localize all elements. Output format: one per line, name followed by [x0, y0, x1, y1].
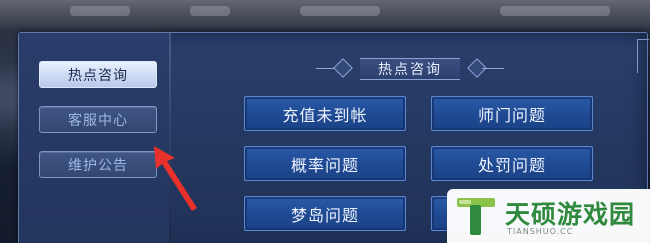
sidebar-item-hot-topics[interactable]: 热点咨询	[39, 61, 157, 88]
section-header: 热点咨询	[316, 58, 504, 80]
topic-button-penalty[interactable]: 处罚问题	[431, 146, 593, 181]
topic-button-probability[interactable]: 概率问题	[244, 146, 406, 181]
section-title: 热点咨询	[360, 58, 460, 80]
sidebar-item-customer-service[interactable]: 客服中心	[39, 106, 157, 133]
watermark-title: 天硕游戏园	[505, 200, 636, 229]
watermark-url: TIANSHUO.CC	[507, 227, 574, 236]
topic-button-master-sect[interactable]: 师门问题	[431, 96, 593, 131]
watermark-card: 天硕游戏园 TIANSHUO.CC	[447, 189, 650, 243]
topic-button-recharge[interactable]: 充值未到帐	[244, 96, 406, 131]
ornament-diamond-left	[333, 58, 353, 78]
panel-corner-trim	[637, 39, 649, 73]
tianshuo-logo-icon	[457, 198, 495, 235]
sidebar-item-maintenance[interactable]: 维护公告	[39, 151, 157, 178]
topic-button-dream-island[interactable]: 梦岛问题	[244, 196, 406, 231]
category-sidebar: 热点咨询 客服中心 维护公告	[19, 33, 169, 243]
sidebar-divider	[169, 33, 171, 243]
background-top-bar	[0, 0, 650, 28]
ornament-line-right	[482, 68, 504, 69]
